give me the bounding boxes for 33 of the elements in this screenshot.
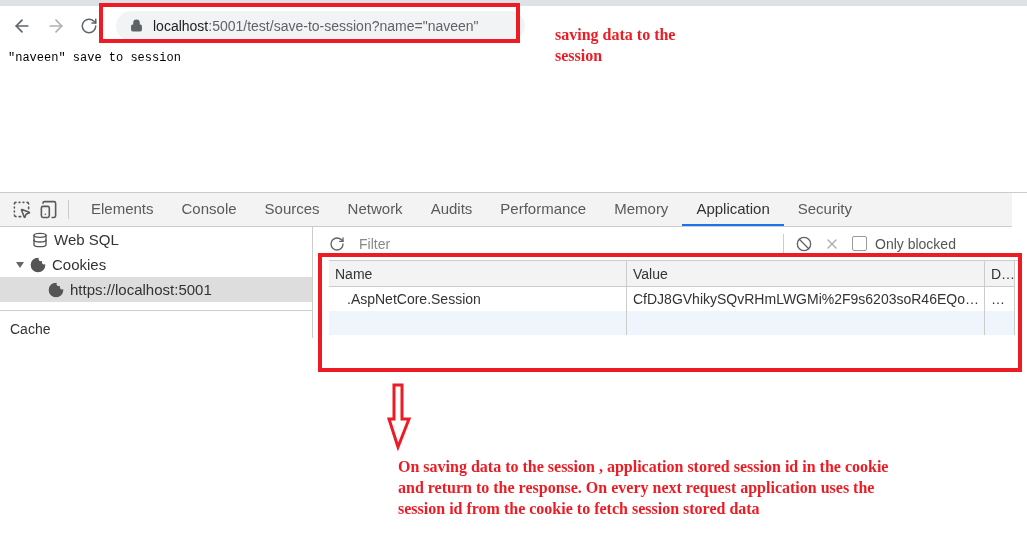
tree-item[interactable]: https://localhost:5001 (0, 277, 312, 302)
reload-icon[interactable] (80, 16, 98, 35)
devtools-tab[interactable]: Network (333, 193, 417, 226)
database-icon (32, 231, 48, 248)
annotation-text: saving data to the session (555, 25, 677, 66)
devtools-tab[interactable]: Memory (600, 193, 683, 226)
devtools-tab[interactable]: Security (783, 193, 866, 226)
tree-item-label: Cookies (52, 256, 107, 273)
devtools-tab[interactable]: Performance (486, 193, 601, 226)
page-text: "naveen" save to session (8, 51, 181, 65)
refresh-icon[interactable] (329, 235, 345, 252)
column-header[interactable]: D… (985, 261, 1015, 287)
section-title: Cache (0, 310, 312, 337)
cookie-icon (48, 281, 64, 298)
tree-item[interactable]: Cookies (0, 252, 312, 277)
tree-item-label: https://localhost:5001 (70, 281, 212, 298)
cookie-icon (30, 256, 46, 273)
devtools-tab[interactable]: Console (167, 193, 251, 226)
devtools-tab[interactable]: Elements (77, 193, 168, 226)
tree-item-label: Web SQL (54, 231, 119, 248)
clear-icon[interactable] (796, 235, 812, 252)
annotation-text: On saving data to the session , application stored session id in the cookie and return to the response. On every next request application uses the session id from the cookie to fetch session stored data (398, 457, 890, 519)
only-blocked-checkbox[interactable]: Only blocked (852, 235, 956, 252)
devtools-tab[interactable]: Audits (416, 193, 487, 226)
expand-triangle-icon[interactable] (16, 260, 24, 269)
devtools-tab[interactable]: Sources (250, 193, 334, 226)
down-arrow (386, 383, 412, 451)
devtools-tab[interactable]: Application (682, 193, 784, 226)
column-header[interactable]: Name (329, 261, 627, 287)
column-header[interactable]: Value (627, 261, 985, 287)
tree-item[interactable]: Web SQL (0, 227, 312, 252)
lock-icon (130, 19, 143, 32)
address-bar[interactable]: localhost:5001/test/save-to-session?name="naveen" (116, 10, 525, 41)
